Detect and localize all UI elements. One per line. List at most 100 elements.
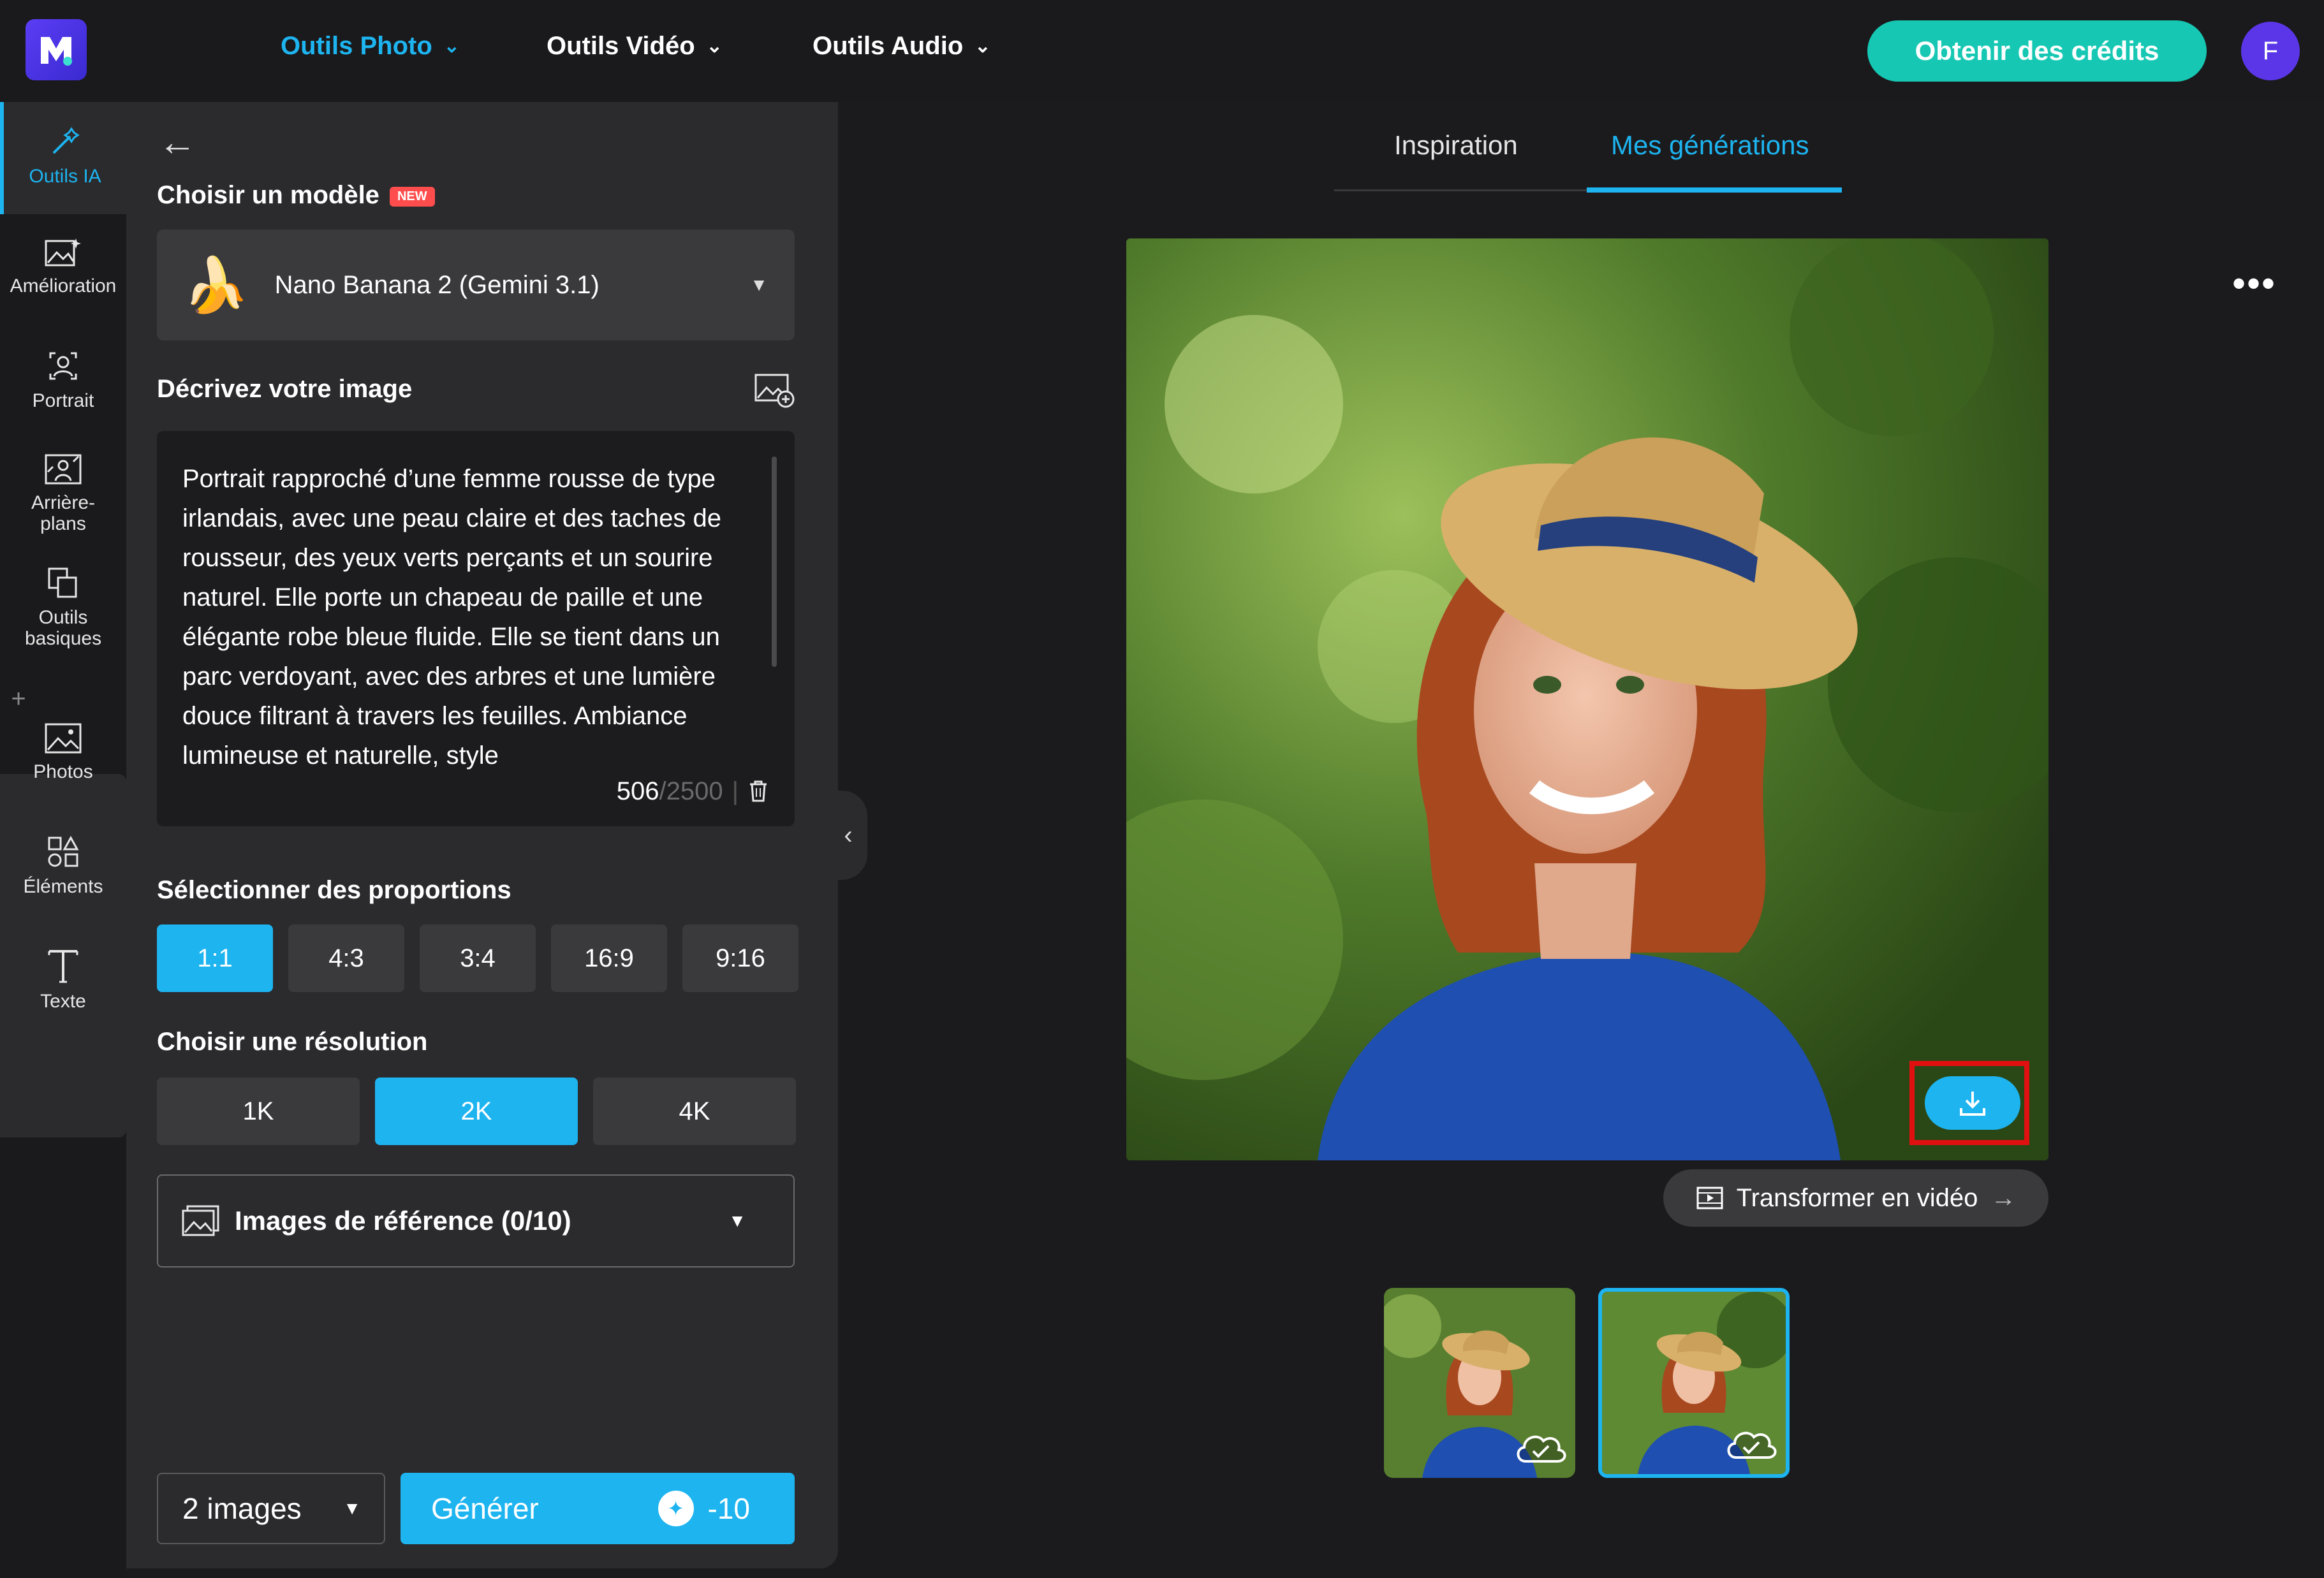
describe-label: Décrivez votre image xyxy=(157,375,413,403)
ratio-3-4-button[interactable]: 3:4 xyxy=(420,924,536,992)
reference-images-icon xyxy=(182,1205,219,1236)
rail-item-amelioration[interactable]: Amélioration xyxy=(0,236,126,296)
resolution-2k-button[interactable]: 2K xyxy=(375,1078,578,1145)
prompt-textarea[interactable]: Portrait rapproché d’une femme rousse de… xyxy=(157,431,795,826)
download-highlight xyxy=(1909,1061,2029,1145)
ratio-options: 1:1 4:3 3:4 16:9 9:16 xyxy=(157,924,798,992)
rail-item-label: Éléments xyxy=(23,876,103,897)
more-options-icon[interactable]: ••• xyxy=(2232,261,2276,305)
ratio-1-1-button[interactable]: 1:1 xyxy=(157,924,273,992)
rail-item-texte[interactable]: Texte xyxy=(0,946,126,1012)
rail-item-label: Arrière-plans xyxy=(31,492,95,534)
image-count-value: 2 images xyxy=(182,1492,302,1525)
model-section-label: Choisir un modèle NEW xyxy=(157,181,435,210)
char-max: /2500 xyxy=(659,777,723,805)
char-counter: 506/2500 | xyxy=(617,771,769,811)
caret-down-icon: ▼ xyxy=(728,1211,746,1231)
transform-to-video-label: Transformer en vidéo xyxy=(1736,1183,1978,1212)
copy-tools-icon xyxy=(48,567,77,598)
generate-cost-value: -10 xyxy=(707,1492,750,1525)
resolution-4k-button[interactable]: 4K xyxy=(593,1078,796,1145)
chevron-down-icon: ⌄ xyxy=(443,36,460,57)
video-icon xyxy=(1696,1187,1723,1209)
rail-add-icon[interactable]: + xyxy=(0,685,82,713)
nav-outils-photo[interactable]: Outils Photo ⌄ xyxy=(281,32,460,61)
reference-images-label: Images de référence (0/10) xyxy=(235,1206,571,1236)
new-badge: NEW xyxy=(389,186,435,207)
prompt-scrollbar[interactable] xyxy=(772,457,777,667)
trash-icon[interactable] xyxy=(747,779,769,803)
banana-icon: 🍌 xyxy=(182,254,249,315)
nav-outils-audio[interactable]: Outils Audio ⌄ xyxy=(813,32,990,61)
generated-image[interactable] xyxy=(1126,238,2048,1160)
avatar[interactable]: F xyxy=(2241,22,2300,80)
tab-mes-generations[interactable]: Mes générations xyxy=(1611,130,1809,161)
back-arrow-icon[interactable]: ← xyxy=(158,120,196,164)
rail-item-photos[interactable]: Photos xyxy=(0,722,126,782)
transform-to-video-button[interactable]: Transformer en vidéo → xyxy=(1663,1169,2048,1227)
rail-item-label: Photos xyxy=(33,761,93,782)
generate-cost: ✦ -10 xyxy=(658,1491,750,1526)
photo-icon xyxy=(45,723,82,754)
cloud-saved-icon xyxy=(1727,1431,1777,1459)
image-to-prompt-icon[interactable] xyxy=(754,372,796,409)
background-icon xyxy=(45,454,82,485)
rail-item-outils-ia[interactable]: Outils IA xyxy=(0,102,126,214)
caret-down-icon: ▼ xyxy=(750,275,768,295)
credit-star-icon: ✦ xyxy=(658,1491,694,1526)
nav-outils-video[interactable]: Outils Vidéo ⌄ xyxy=(547,32,723,61)
rail-item-label: Amélioration xyxy=(10,275,117,296)
prompt-text: Portrait rapproché d’une femme rousse de… xyxy=(182,465,721,770)
rail-item-elements[interactable]: Éléments xyxy=(0,834,126,897)
nav-outils-video-label: Outils Vidéo xyxy=(547,32,695,60)
shapes-icon xyxy=(48,835,79,867)
resolution-options: 1K 2K 4K xyxy=(157,1078,796,1145)
download-button[interactable] xyxy=(1925,1076,2020,1130)
nav-outils-audio-label: Outils Audio xyxy=(813,32,964,60)
generation-thumbnail-1[interactable] xyxy=(1384,1288,1575,1478)
generation-thumbnail-2[interactable] xyxy=(1598,1288,1790,1478)
counter-divider: | xyxy=(732,777,739,805)
download-icon xyxy=(1960,1092,1985,1116)
rail-item-label: Portrait xyxy=(32,390,94,411)
rail-item-label: Outils IA xyxy=(29,166,101,187)
tool-rail: Outils IA Amélioration Portrait Arrière-… xyxy=(0,102,126,1578)
image-enhance-icon xyxy=(45,238,81,267)
tab-inspiration[interactable]: Inspiration xyxy=(1394,130,1518,161)
resolution-1k-button[interactable]: 1K xyxy=(157,1078,360,1145)
tool-panel: ← Choisir un modèle NEW 🍌 Nano Banana 2 (… xyxy=(126,102,838,1568)
top-bar: Outils Photo ⌄ Outils Vidéo ⌄ Outils Aud… xyxy=(0,0,2324,102)
char-count: 506 xyxy=(616,777,659,805)
chevron-down-icon: ⌄ xyxy=(974,36,991,57)
rail-item-label: Texte xyxy=(40,991,86,1012)
nav-outils-photo-label: Outils Photo xyxy=(281,32,432,60)
get-credits-button[interactable]: Obtenir des crédits xyxy=(1867,20,2207,82)
rail-item-outils-basiques[interactable]: Outils basiques xyxy=(0,565,126,649)
active-tab-underline xyxy=(1587,187,1842,193)
image-count-select[interactable]: 2 images ▼ xyxy=(157,1473,385,1544)
ratio-4-3-button[interactable]: 4:3 xyxy=(288,924,404,992)
reference-images-select[interactable]: Images de référence (0/10) ▼ xyxy=(157,1174,795,1268)
rail-item-portrait[interactable]: Portrait xyxy=(0,348,126,411)
text-icon xyxy=(48,950,78,983)
media-io-logo-icon[interactable] xyxy=(26,19,87,80)
ratio-9-16-button[interactable]: 9:16 xyxy=(682,924,798,992)
chevron-down-icon: ⌄ xyxy=(706,36,723,57)
model-select-value: Nano Banana 2 (Gemini 3.1) xyxy=(274,270,599,299)
gallery-tabs: Inspiration Mes générations xyxy=(1334,124,1842,193)
model-label: Choisir un modèle xyxy=(157,181,379,209)
generate-button[interactable]: Générer ✦ -10 xyxy=(401,1473,795,1544)
portrait-icon xyxy=(49,352,77,380)
arrow-right-icon: → xyxy=(1990,1183,2017,1212)
model-select[interactable]: 🍌 Nano Banana 2 (Gemini 3.1) ▼ xyxy=(157,230,795,340)
rail-item-label: Outils basiques xyxy=(25,607,102,649)
cloud-saved-icon xyxy=(1517,1435,1566,1463)
generate-label: Générer xyxy=(431,1492,539,1525)
resolution-label: Choisir une résolution xyxy=(157,1028,428,1056)
ratio-16-9-button[interactable]: 16:9 xyxy=(551,924,667,992)
magic-wand-icon xyxy=(52,127,80,154)
ratio-label: Sélectionner des proportions xyxy=(157,876,511,904)
caret-down-icon: ▼ xyxy=(343,1498,361,1518)
collapse-panel-button[interactable]: ‹ xyxy=(829,791,867,880)
rail-item-arriere-plans[interactable]: Arrière-plans xyxy=(0,453,126,534)
